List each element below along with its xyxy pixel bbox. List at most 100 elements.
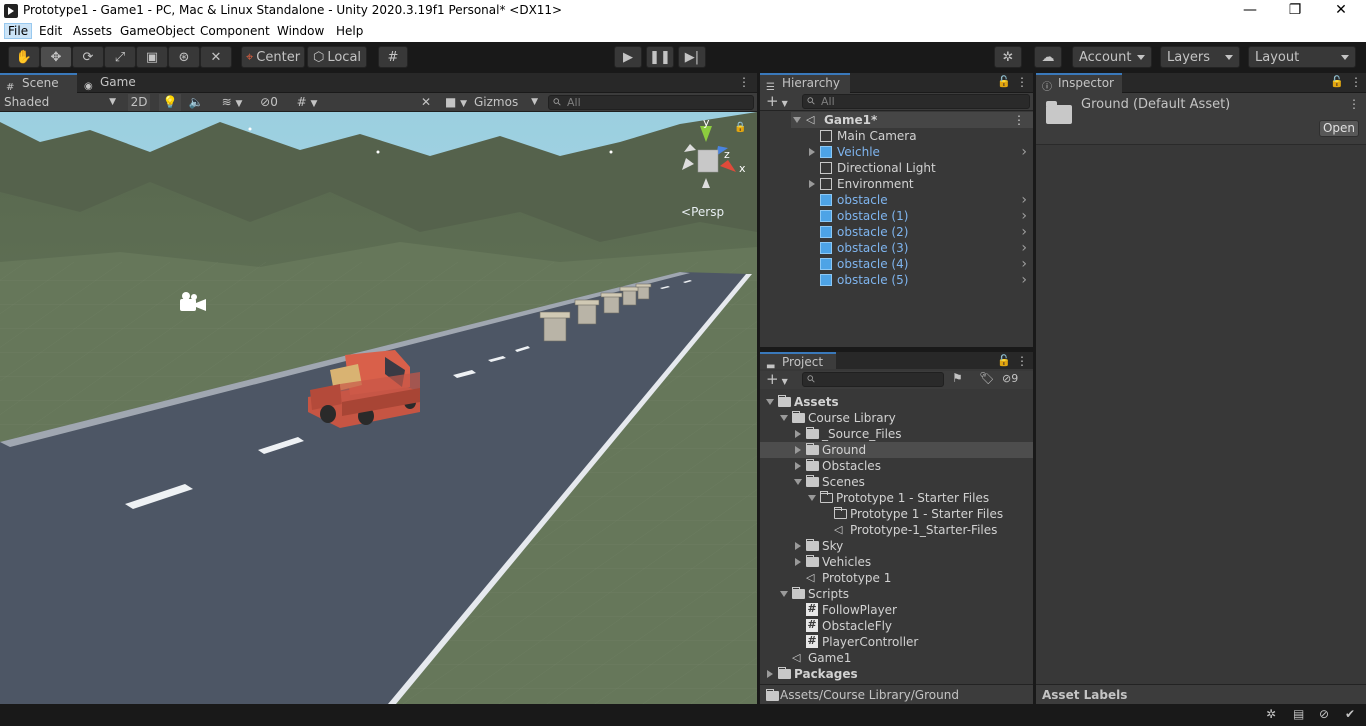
project-item[interactable]: Sky: [760, 538, 1033, 554]
lock-icon[interactable]: 🔓: [997, 354, 1011, 367]
lock-icon[interactable]: 🔒: [734, 122, 746, 133]
lock-icon[interactable]: 🔓: [997, 75, 1011, 88]
pivot-center-toggle[interactable]: ⌖ Center: [241, 46, 305, 68]
scale-tool-button[interactable]: ⤢: [104, 46, 136, 68]
filter-label-icon[interactable]: 🏷: [979, 371, 994, 385]
grid-snap-button[interactable]: #: [378, 46, 408, 68]
move-tool-button[interactable]: ✥: [40, 46, 72, 68]
divider[interactable]: [1033, 73, 1036, 704]
hand-tool-button[interactable]: ✋: [8, 46, 40, 68]
layers-dropdown[interactable]: Layers: [1160, 46, 1240, 68]
project-item[interactable]: ◁ Game1: [760, 650, 1033, 666]
menu-edit[interactable]: Edit: [39, 24, 62, 38]
expand-arrow-icon[interactable]: [795, 446, 801, 454]
account-dropdown[interactable]: Account: [1072, 46, 1152, 68]
project-item[interactable]: ◁ Prototype-1_Starter-Files: [760, 522, 1033, 538]
collapse-arrow-icon[interactable]: [780, 591, 788, 597]
hierarchy-item[interactable]: Directional Light: [760, 160, 1033, 176]
expand-arrow-icon[interactable]: [795, 430, 801, 438]
project-item[interactable]: _Source_Files: [760, 426, 1033, 442]
tab-inspector[interactable]: ⓘ Inspector: [1036, 73, 1122, 93]
hierarchy-item[interactable]: Veichle ›: [760, 144, 1033, 160]
scene-row[interactable]: ◁ Game1* ⋮: [760, 112, 1033, 128]
project-menu-icon[interactable]: ⋮: [1016, 354, 1028, 368]
divider[interactable]: [757, 73, 760, 704]
menu-gameobject[interactable]: GameObject: [120, 24, 195, 38]
shading-mode-dropdown[interactable]: Shaded ▼: [4, 94, 120, 111]
hierarchy-item[interactable]: obstacle ›: [760, 192, 1033, 208]
hierarchy-item[interactable]: obstacle (3) ›: [760, 240, 1033, 256]
expand-arrow-icon[interactable]: [809, 180, 815, 188]
scene-search-input[interactable]: All: [548, 95, 754, 110]
project-item[interactable]: Prototype 1 - Starter Files: [760, 506, 1033, 522]
2d-toggle[interactable]: 2D: [128, 94, 150, 111]
hierarchy-item[interactable]: obstacle (1) ›: [760, 208, 1033, 224]
expand-arrow-icon[interactable]: [809, 148, 815, 156]
prefab-open-chevron-icon[interactable]: ›: [1021, 144, 1027, 160]
prefab-open-chevron-icon[interactable]: ›: [1021, 224, 1027, 240]
project-item[interactable]: Packages: [760, 666, 1033, 682]
maximize-button[interactable]: ❐: [1272, 0, 1318, 22]
eye-slash-icon[interactable]: ⊘: [1319, 707, 1329, 721]
project-item[interactable]: # PlayerController: [760, 634, 1033, 650]
play-button[interactable]: ▶: [614, 46, 642, 68]
project-item[interactable]: Vehicles: [760, 554, 1033, 570]
hierarchy-item[interactable]: Main Camera: [760, 128, 1033, 144]
expand-arrow-icon[interactable]: [795, 558, 801, 566]
cloud-button[interactable]: ☁: [1034, 46, 1062, 68]
project-item[interactable]: Course Library: [760, 410, 1033, 426]
rect-tool-button[interactable]: ▣: [136, 46, 168, 68]
create-dropdown[interactable]: + ▼: [766, 371, 788, 390]
create-dropdown[interactable]: + ▼: [766, 93, 788, 112]
bug-icon[interactable]: ✲: [1266, 707, 1276, 721]
project-item[interactable]: Obstacles: [760, 458, 1033, 474]
gizmos-dropdown[interactable]: Gizmos ▼: [474, 94, 540, 111]
collapse-arrow-icon[interactable]: [766, 399, 774, 405]
tab-scene[interactable]: # Scene: [0, 73, 77, 93]
expand-arrow-icon[interactable]: [767, 670, 773, 678]
hidden-objects-toggle[interactable]: ⊘0: [254, 94, 284, 111]
collapse-arrow-icon[interactable]: [794, 479, 802, 485]
lighting-toggle[interactable]: 💡: [159, 94, 181, 111]
camera-dropdown[interactable]: ■ ▼: [440, 94, 472, 111]
inspector-asset-menu-icon[interactable]: ⋮: [1348, 97, 1360, 111]
lock-icon[interactable]: 🔓: [1330, 75, 1344, 88]
expand-arrow-icon[interactable]: [795, 542, 801, 550]
project-item[interactable]: Prototype 1 - Starter Files: [760, 490, 1033, 506]
project-search-input[interactable]: [802, 372, 944, 387]
menu-assets[interactable]: Assets: [73, 24, 112, 38]
hierarchy-item[interactable]: Environment: [760, 176, 1033, 192]
menu-help[interactable]: Help: [336, 24, 363, 38]
project-item[interactable]: # FollowPlayer: [760, 602, 1033, 618]
hierarchy-menu-icon[interactable]: ⋮: [1016, 75, 1028, 89]
hierarchy-item[interactable]: obstacle (2) ›: [760, 224, 1033, 240]
prefab-open-chevron-icon[interactable]: ›: [1021, 256, 1027, 272]
grid-dropdown[interactable]: # ▼: [288, 94, 326, 111]
tools-toggle[interactable]: ✕: [416, 94, 436, 111]
project-item[interactable]: ◁ Prototype 1: [760, 570, 1033, 586]
inspector-menu-icon[interactable]: ⋮: [1350, 75, 1362, 89]
collapse-arrow-icon[interactable]: [780, 415, 788, 421]
asset-labels-section[interactable]: Asset Labels: [1036, 684, 1366, 704]
layers-status-icon[interactable]: ▤: [1293, 707, 1304, 721]
custom-tool-button[interactable]: ✕: [200, 46, 232, 68]
hierarchy-item[interactable]: obstacle (5) ›: [760, 272, 1033, 288]
project-item[interactable]: Ground: [760, 442, 1033, 458]
minimize-button[interactable]: —: [1227, 0, 1273, 22]
project-item[interactable]: # ObstacleFly: [760, 618, 1033, 634]
transform-tool-button[interactable]: ⊛: [168, 46, 200, 68]
close-button[interactable]: ✕: [1318, 0, 1364, 22]
project-item[interactable]: Assets: [760, 394, 1033, 410]
audio-toggle[interactable]: 🔈: [184, 94, 208, 111]
hierarchy-item[interactable]: obstacle (4) ›: [760, 256, 1033, 272]
prefab-open-chevron-icon[interactable]: ›: [1021, 240, 1027, 256]
scene-panel-menu-icon[interactable]: ⋮: [738, 75, 750, 89]
open-button[interactable]: Open: [1319, 120, 1359, 137]
filter-type-icon[interactable]: ⚑: [952, 371, 963, 385]
collapse-arrow-icon[interactable]: [808, 495, 816, 501]
menu-window[interactable]: Window: [277, 24, 324, 38]
scene-viewport[interactable]: y z x 🔒 <Persp: [0, 112, 757, 704]
prefab-open-chevron-icon[interactable]: ›: [1021, 272, 1027, 288]
scene-menu-icon[interactable]: ⋮: [1013, 112, 1025, 128]
hierarchy-search-input[interactable]: All: [802, 94, 1030, 109]
